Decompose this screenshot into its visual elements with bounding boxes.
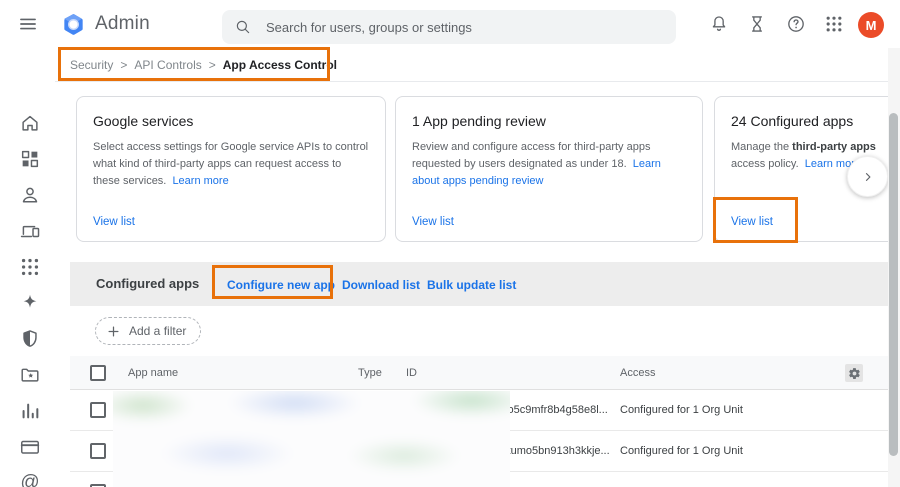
row-checkbox[interactable] (90, 402, 106, 418)
directory-person-icon[interactable] (19, 184, 41, 206)
home-icon[interactable] (19, 112, 41, 134)
billing-card-icon[interactable] (19, 436, 41, 458)
learn-more-link[interactable]: Learn more (172, 175, 228, 187)
managed-folder-icon[interactable] (19, 364, 41, 386)
menu-icon[interactable] (18, 14, 38, 34)
chevron-right-icon (859, 168, 877, 186)
configure-new-app-link[interactable]: Configure new app (227, 278, 335, 292)
user-avatar[interactable]: M (858, 12, 884, 38)
view-list-link[interactable]: View list (731, 216, 773, 228)
vertical-scrollbar-thumb[interactable] (889, 113, 898, 456)
column-header-type: Type (358, 367, 382, 379)
card-body-text: Select access settings for Google servic… (93, 141, 368, 187)
top-bar: Admin M (0, 0, 900, 48)
manage-columns-button[interactable] (845, 364, 863, 382)
breadcrumb-api-controls[interactable]: API Controls (134, 58, 201, 72)
configured-apps-toolbar: Configured apps Configure new app Downlo… (70, 262, 888, 306)
breadcrumb-separator: > (209, 58, 216, 72)
card-title: 1 App pending review (412, 113, 686, 129)
reporting-chart-icon[interactable] (19, 400, 41, 422)
column-header-access: Access (620, 367, 655, 379)
table-header-row: App name Type ID Access (70, 356, 888, 390)
app-title: Admin (95, 13, 150, 35)
breadcrumb-separator: > (120, 58, 127, 72)
view-list-link[interactable]: View list (412, 216, 454, 228)
apps-grid-icon[interactable] (824, 14, 844, 34)
row-checkbox[interactable] (90, 443, 106, 459)
notifications-bell-icon[interactable] (709, 14, 729, 34)
search-icon (234, 18, 252, 36)
avatar-initial: M (866, 18, 877, 33)
add-filter-label: Add a filter (129, 324, 186, 338)
admin-console-screen: Admin M Security > API Controls (0, 0, 900, 487)
card-title: Google services (93, 113, 369, 129)
plus-icon (106, 324, 121, 339)
gear-icon (848, 367, 861, 380)
card-title: 24 Configured apps (731, 113, 900, 129)
table-title: Configured apps (96, 276, 199, 291)
left-nav-sidebar: @ (0, 48, 55, 487)
card-body-text: Manage the (731, 141, 792, 153)
security-shield-icon[interactable] (19, 328, 41, 350)
view-list-link[interactable]: View list (93, 216, 135, 228)
select-all-checkbox[interactable] (90, 365, 106, 381)
breadcrumb-security[interactable]: Security (70, 58, 113, 72)
card-body-text: Review and configure access for third-pa… (412, 141, 650, 170)
card-app-pending-review: 1 App pending review Review and configur… (395, 96, 703, 242)
cell-access: Configured for 1 Org Unit (620, 404, 743, 416)
hourglass-icon[interactable] (747, 14, 767, 34)
filter-row: Add a filter (70, 306, 888, 356)
card-body-bold: third-party apps (792, 141, 876, 153)
google-admin-logo-icon[interactable] (61, 12, 86, 37)
card-body-text: access policy. (731, 158, 799, 170)
column-header-id: ID (406, 367, 417, 379)
redacted-app-names-overlay (113, 391, 510, 487)
download-list-link[interactable]: Download list (342, 278, 420, 292)
account-at-icon[interactable]: @ (19, 472, 41, 487)
breadcrumb: Security > API Controls > App Access Con… (55, 48, 900, 82)
search-bar[interactable] (222, 10, 676, 44)
carousel-next-button[interactable] (847, 156, 888, 197)
breadcrumb-current-page: App Access Control (223, 58, 337, 72)
card-google-services: Google services Select access settings f… (76, 96, 386, 242)
gemini-sparkle-icon[interactable] (19, 292, 41, 314)
dashboard-icon[interactable] (19, 148, 41, 170)
devices-icon[interactable] (19, 220, 41, 242)
cell-access: Configured for 1 Org Unit (620, 445, 743, 457)
help-icon[interactable] (786, 14, 806, 34)
apps-grid-icon[interactable] (19, 256, 41, 278)
column-header-app-name: App name (128, 367, 178, 379)
search-input[interactable] (266, 20, 664, 35)
add-filter-button[interactable]: Add a filter (95, 317, 201, 345)
bulk-update-list-link[interactable]: Bulk update list (427, 278, 516, 292)
